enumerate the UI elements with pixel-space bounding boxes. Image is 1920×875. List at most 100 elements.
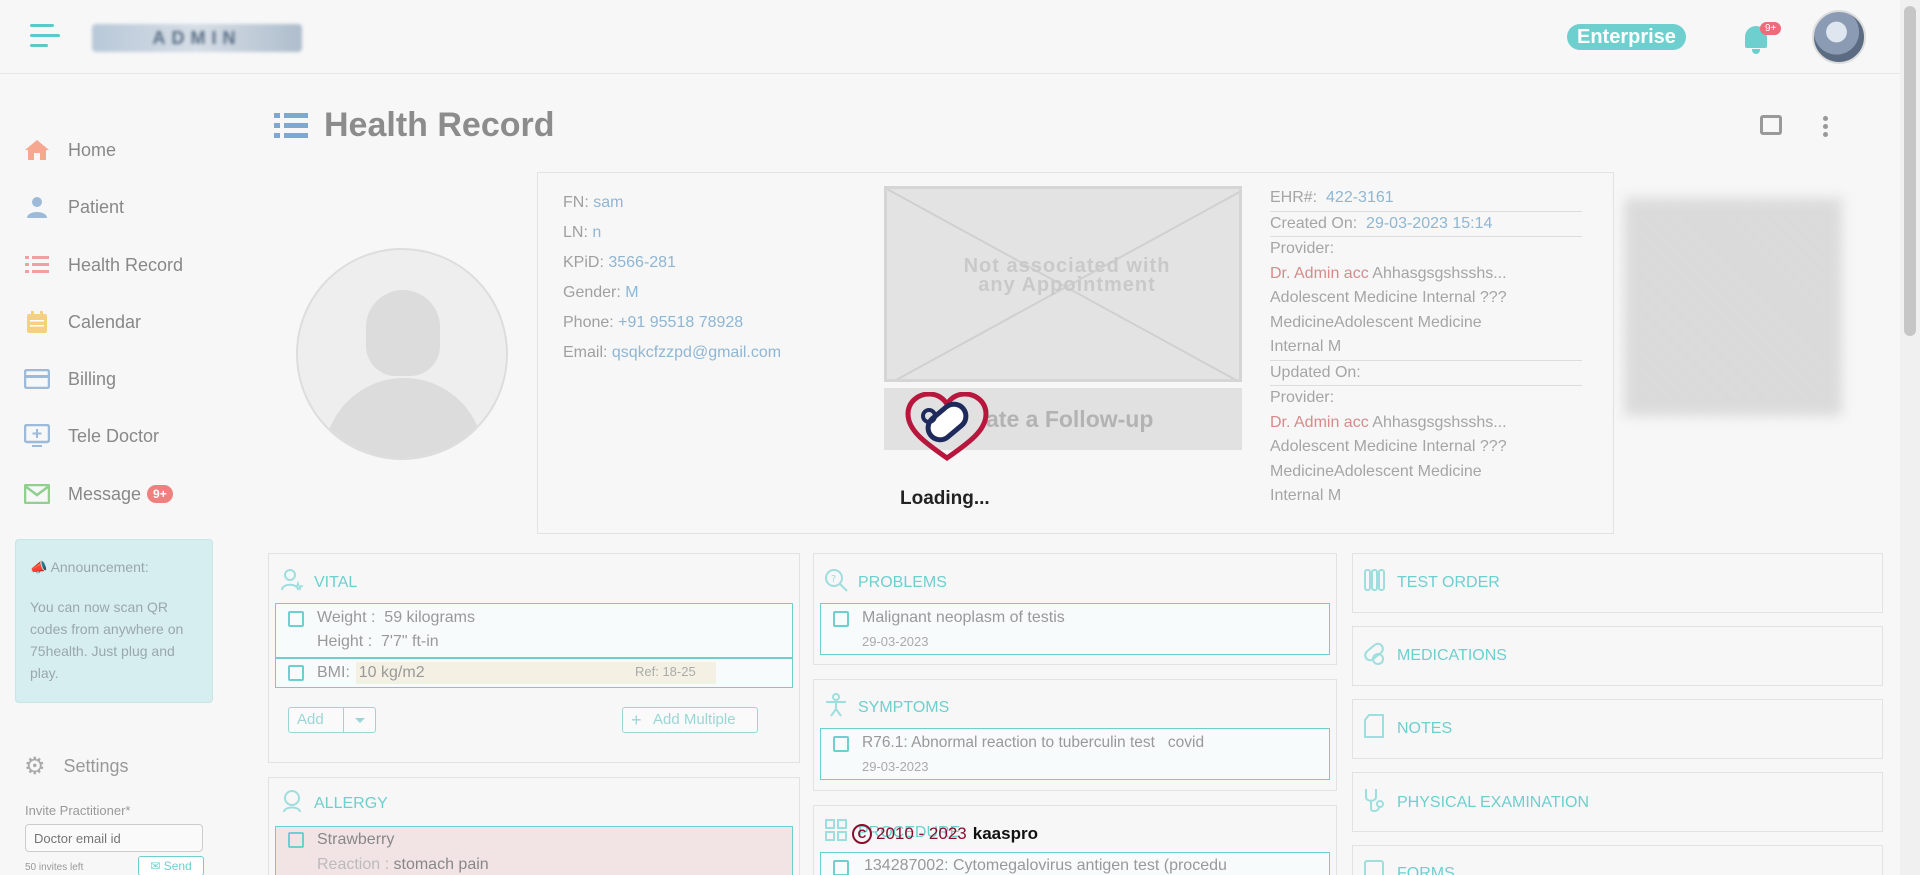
invite-practitioner-label: Invite Practitioner* — [25, 803, 131, 818]
user-avatar[interactable] — [1812, 10, 1866, 64]
more-options-icon[interactable] — [1823, 116, 1829, 140]
add-multiple-button[interactable]: + Add Multiple — [622, 707, 758, 733]
pills-icon — [1363, 641, 1385, 670]
notes-header[interactable]: NOTES — [1363, 714, 1452, 743]
note-icon — [1363, 714, 1385, 743]
print-icon[interactable] — [1760, 115, 1782, 135]
symptoms-header[interactable]: SYMPTOMS — [824, 693, 949, 722]
edit-icon[interactable] — [288, 611, 304, 627]
copyright-icon: C — [852, 824, 872, 844]
mail-icon — [24, 482, 50, 506]
announcement-box: 📣 Announcement: You can now scan QR code… — [15, 539, 213, 703]
chevron-down-icon[interactable] — [355, 718, 365, 723]
appointment-placeholder-text: Not associated with any Appointment — [963, 255, 1171, 296]
loading-spinner-icon — [904, 391, 990, 462]
list-icon — [24, 253, 50, 277]
sidebar-item-label: Patient — [68, 196, 125, 217]
menu-toggle-icon[interactable] — [30, 24, 60, 50]
height-value: Height : 7'7" ft-in — [317, 633, 439, 650]
weight-value: Weight : 59 kilograms — [317, 609, 475, 626]
patient-photo[interactable] — [296, 248, 508, 460]
edit-icon[interactable] — [833, 860, 849, 875]
sidebar-item-label: Tele Doctor — [68, 425, 160, 446]
updated-provider-specialty-line: Adolescent Medicine Internal ??? — [1270, 438, 1507, 455]
physical-examination-header[interactable]: PHYSICAL EXAMINATION — [1363, 787, 1589, 818]
patient-first-name: FN: sam — [563, 194, 624, 211]
updated-provider: Dr. Admin acc Ahhasgsgshsshs... — [1270, 413, 1507, 431]
send-invite-button[interactable]: ✉ Send — [138, 856, 204, 875]
vital-header[interactable]: VITAL — [280, 568, 357, 597]
bmi-reference: Ref: 18-25 — [635, 664, 696, 679]
plan-badge: Enterprise — [1567, 24, 1686, 50]
edit-icon[interactable] — [288, 832, 304, 848]
announcement-title: 📣 Announcement: — [30, 559, 149, 575]
updated-provider-specialty-line: Internal M — [1270, 487, 1342, 504]
card-icon — [24, 367, 50, 391]
forms-header[interactable]: FORMS — [1363, 859, 1455, 875]
plus-icon: + — [631, 710, 642, 730]
problems-header[interactable]: ? PROBLEMS — [824, 568, 947, 597]
edit-icon[interactable] — [288, 665, 304, 681]
calendar-icon — [24, 310, 50, 334]
message-count-badge: 9+ — [147, 485, 173, 503]
sidebar-item-message[interactable]: Message 9+ — [24, 479, 173, 509]
send-icon: ✉ — [150, 859, 161, 873]
list-icon — [274, 111, 308, 141]
patient-gender: Gender: M — [563, 284, 639, 301]
symptom-name: R76.1: Abnormal reaction to tuberculin t… — [862, 734, 1205, 751]
updated-provider-link[interactable]: Dr. Admin acc — [1270, 414, 1369, 431]
top-bar: ADMIN Enterprise 9+ — [0, 0, 1900, 74]
doctor-email-input[interactable] — [25, 824, 203, 852]
flask-icon — [1363, 568, 1385, 597]
announcement-body: You can now scan QR codes from anywhere … — [30, 599, 184, 681]
add-vital-button[interactable]: Add — [288, 707, 376, 733]
created-on: Created On: 29-03-2023 15:14 — [1270, 214, 1493, 232]
gear-icon: ⚙ — [24, 753, 46, 780]
sidebar-item-patient[interactable]: Patient — [24, 192, 124, 222]
created-provider-label: Provider: — [1270, 240, 1335, 257]
created-provider-link[interactable]: Dr. Admin acc — [1270, 265, 1369, 282]
bmi-value: BMI: 10 kg/m2 — [317, 664, 425, 681]
ehr-number: EHR#: 422-3161 — [1270, 189, 1394, 206]
sidebar-item-tele-doctor[interactable]: Tele Doctor — [24, 421, 159, 451]
medications-header[interactable]: MEDICATIONS — [1363, 641, 1507, 670]
notification-count-badge: 9+ — [1760, 22, 1782, 35]
sidebar-item-calendar[interactable]: Calendar — [24, 307, 141, 337]
loading-text: Loading... — [900, 488, 990, 509]
record-metadata: EHR#: 422-3161 Created On: 29-03-2023 15… — [1270, 186, 1582, 509]
settings-link[interactable]: ⚙ Settings — [24, 752, 129, 781]
sidebar-item-label: Health Record — [68, 254, 184, 275]
patient-last-name: LN: n — [563, 224, 602, 241]
megaphone-icon: 📣 — [30, 559, 48, 575]
allergy-icon — [280, 789, 304, 818]
monitor-icon — [24, 424, 50, 448]
scrollbar-thumb[interactable] — [1904, 6, 1916, 336]
stethoscope-icon — [1363, 787, 1385, 818]
page-scrollbar[interactable] — [1900, 0, 1920, 875]
page-header: Health Record — [274, 106, 555, 145]
qr-code[interactable] — [1624, 198, 1842, 416]
footer-brand[interactable]: kaaspro — [973, 824, 1038, 844]
patient-kpid: KPiD: 3566-281 — [563, 254, 676, 271]
sidebar-item-health-record[interactable]: Health Record — [24, 250, 183, 280]
sidebar-item-label: Calendar — [68, 311, 142, 332]
form-icon — [1363, 859, 1385, 875]
allergy-header[interactable]: ALLERGY — [280, 789, 388, 818]
edit-icon[interactable] — [833, 736, 849, 752]
patient-email: Email: qsqkcfzzpd@gmail.com — [563, 344, 782, 361]
sidebar-item-billing[interactable]: Billing — [24, 364, 116, 394]
updated-provider-specialty-line: MedicineAdolescent Medicine — [1270, 462, 1482, 480]
procedure-name: 134287002: Cytomegalovirus antigen test … — [864, 857, 1227, 874]
allergy-name: Strawberry — [317, 831, 395, 848]
sidebar-item-home[interactable]: Home — [24, 135, 116, 165]
body-icon — [824, 693, 848, 722]
edit-icon[interactable] — [833, 611, 849, 627]
test-order-header[interactable]: TEST ORDER — [1363, 568, 1500, 597]
search-icon: ? — [824, 568, 848, 597]
vital-signs-icon — [280, 568, 304, 597]
problem-date: 29-03-2023 — [862, 634, 929, 649]
home-icon — [24, 138, 50, 162]
app-logo[interactable]: ADMIN — [92, 24, 302, 52]
created-provider-specialty-line: Adolescent Medicine Internal ??? — [1270, 289, 1507, 306]
grid-icon — [824, 818, 848, 847]
